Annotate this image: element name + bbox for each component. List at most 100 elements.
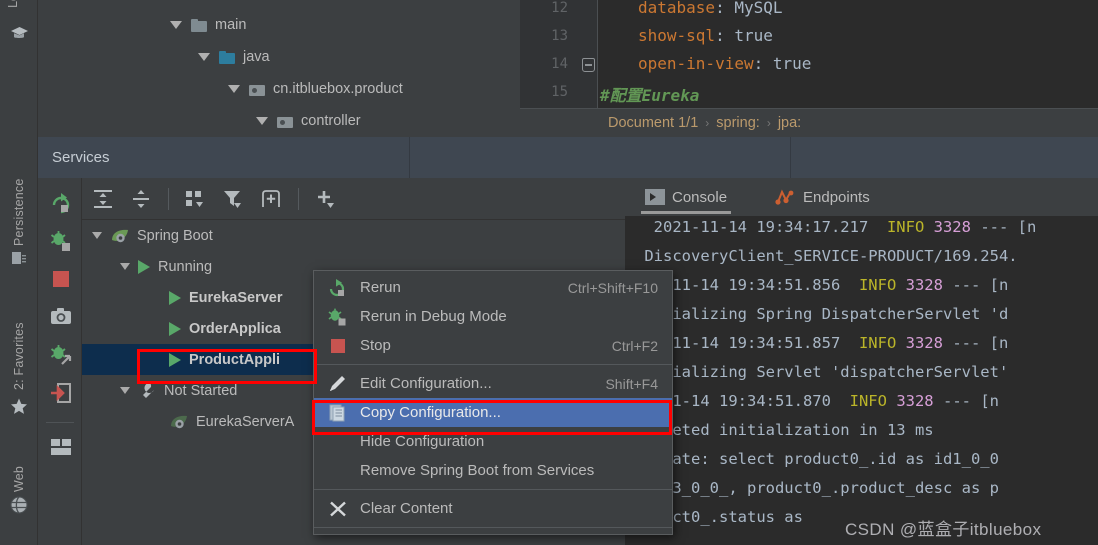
breadcrumb-item-document[interactable]: Document 1/1 (608, 115, 698, 131)
menu-item-rerun-in-debug-mode[interactable]: Rerun in Debug Mode (314, 302, 672, 331)
console-line: bernate: select product0_.id as id1_0_0 (635, 450, 999, 468)
project-tool-window-tree[interactable]: main java cn.itbluebox.product controller (38, 0, 520, 137)
expand-all-icon[interactable] (92, 188, 114, 210)
code-editor[interactable]: 12 13 14 15 Document 1/1 › spring: › jpa: d… (520, 0, 1098, 137)
editor-fold-strip[interactable] (576, 0, 598, 108)
thread-dump-camera-icon[interactable] (50, 306, 72, 328)
console-text: ompleted initialization in 13 ms (635, 421, 934, 439)
filter-icon[interactable] (222, 188, 244, 210)
spring-leaf-icon (171, 415, 187, 428)
project-tree-row[interactable]: controller (38, 106, 520, 136)
chevron-down-icon[interactable] (120, 263, 130, 270)
chevron-down-icon[interactable] (198, 53, 210, 61)
console-icon (645, 189, 665, 205)
chevron-down-icon[interactable] (256, 117, 268, 125)
attach-debugger-icon[interactable] (50, 344, 72, 366)
layout-settings-icon[interactable] (50, 436, 72, 458)
tab-label: Endpoints (803, 188, 870, 206)
code-fold-icon[interactable] (582, 58, 595, 72)
tab-services[interactable]: Services (38, 137, 410, 178)
rerun-debug-icon[interactable] (50, 230, 72, 252)
project-tree-label: controller (301, 113, 361, 129)
left-strip-tab-partial[interactable]: Le (6, 0, 20, 8)
console-text: rice3_0_0_, product0_.product_desc as p (635, 479, 999, 497)
context-menu[interactable]: Rerun Ctrl+Shift+F10 Rerun in Debug Mode St… (313, 270, 673, 535)
editor-line-number: 15 (551, 84, 568, 100)
code-key: database (638, 0, 716, 17)
console-line: Initializing Spring DispatcherServlet 'd (635, 305, 1008, 323)
sidebar-item-persistence[interactable]: Persistence (0, 146, 38, 246)
breadcrumb-item-spring[interactable]: spring: (716, 115, 760, 131)
breadcrumb[interactable]: Document 1/1 › spring: › jpa: (520, 108, 1098, 137)
project-tree-label: main (215, 17, 247, 33)
console-text: DiscoveryClient_SERVICE-PRODUCT/169.254. (635, 247, 1018, 265)
console-text: Initializing Spring DispatcherServlet 'd (635, 305, 1009, 323)
tab-label: Services (52, 149, 110, 166)
menu-item-clear-content[interactable]: Clear Content (314, 494, 672, 523)
stop-icon[interactable] (50, 268, 72, 290)
breadcrumb-item-jpa[interactable]: jpa: (778, 115, 801, 131)
package-icon (249, 83, 265, 96)
add-service-icon[interactable] (314, 188, 336, 210)
editor-code-line[interactable]: show-sql: true (638, 26, 773, 45)
menu-item-label: Edit Configuration... (360, 375, 492, 392)
menu-item-rerun[interactable]: Rerun Ctrl+Shift+F10 (314, 273, 672, 302)
rerun-icon[interactable] (50, 192, 72, 214)
rerun-debug-icon (328, 308, 346, 325)
menu-item-edit-configuration[interactable]: Edit Configuration... Shift+F4 (314, 369, 672, 398)
group-by-icon[interactable] (184, 188, 206, 210)
project-tree-row[interactable]: main (38, 10, 520, 40)
tab-endpoints[interactable]: Endpoints (767, 178, 878, 216)
chevron-right-icon: › (705, 116, 710, 130)
exit-icon[interactable] (50, 382, 72, 404)
chevron-down-icon[interactable] (120, 387, 130, 394)
editor-code-line[interactable]: open-in-view: true (638, 54, 811, 73)
services-toolbar[interactable] (82, 178, 625, 220)
menu-item-copy-configuration[interactable]: Copy Configuration... (314, 398, 672, 427)
project-tree-row[interactable]: cn.itbluebox.product (38, 74, 520, 104)
run-actions-column[interactable] (38, 178, 82, 545)
collapse-all-icon[interactable] (130, 188, 152, 210)
menu-item-hide-configuration[interactable]: Hide Configuration (314, 427, 672, 456)
add-tab-icon[interactable] (260, 188, 282, 210)
console-tab-bar[interactable]: Console Endpoints (625, 178, 1098, 216)
chevron-down-icon[interactable] (92, 232, 102, 239)
menu-item-icon-slot (328, 278, 350, 297)
console-text: --- [n (933, 392, 999, 410)
project-tree-label: java (243, 49, 270, 65)
code-value: true (772, 54, 812, 73)
chevron-down-icon[interactable] (228, 85, 240, 93)
sidebar-item-favorites[interactable]: 2: Favorites (0, 290, 38, 390)
console-text: Initializing Servlet 'dispatcherServlet' (635, 363, 1009, 381)
menu-item-stop[interactable]: Stop Ctrl+F2 (314, 331, 672, 360)
run-triangle-icon (169, 352, 181, 367)
left-tool-window-strip[interactable]: Le Persistence 2: Favorites Web (0, 0, 38, 545)
services-tree-row[interactable]: Spring Boot (82, 220, 625, 251)
menu-item-remove-spring-boot-from-services[interactable]: Remove Spring Boot from Services (314, 456, 672, 485)
services-tree-label: OrderApplica (189, 320, 281, 337)
wrench-icon (143, 382, 154, 398)
menu-item-label: Rerun in Debug Mode (360, 308, 507, 325)
editor-code-line[interactable]: database: MySQL (638, 0, 783, 17)
tab-console[interactable]: Console (637, 178, 735, 216)
editor-code-line[interactable]: #配置Eureka (600, 82, 699, 106)
menu-item-shortcut: Ctrl+Shift+F10 (567, 279, 658, 296)
copy-icon (329, 404, 345, 421)
code-colon: : (753, 54, 773, 73)
code-colon: : (715, 26, 735, 45)
project-tree-row[interactable]: java (38, 42, 520, 72)
editor-line-number: 12 (551, 0, 568, 16)
menu-separator (314, 364, 672, 365)
menu-item-icon-slot (328, 500, 350, 518)
spring-leaf-icon (112, 229, 128, 242)
console-line: Initializing Servlet 'dispatcherServlet' (635, 363, 1008, 381)
graduation-cap-icon[interactable] (10, 26, 29, 41)
console-text: INFO (840, 392, 887, 410)
services-tree-label: Not Started (164, 382, 238, 399)
editor-line-number: 13 (551, 28, 568, 44)
chevron-down-icon[interactable] (170, 21, 182, 29)
console-output[interactable]: 2021-11-14 19:34:17.217 INFO 3328 --- [n… (625, 216, 1098, 545)
sidebar-item-web[interactable]: Web (0, 440, 38, 492)
code-colon: : (715, 0, 735, 17)
console-line: rice3_0_0_, product0_.product_desc as p (635, 479, 999, 497)
